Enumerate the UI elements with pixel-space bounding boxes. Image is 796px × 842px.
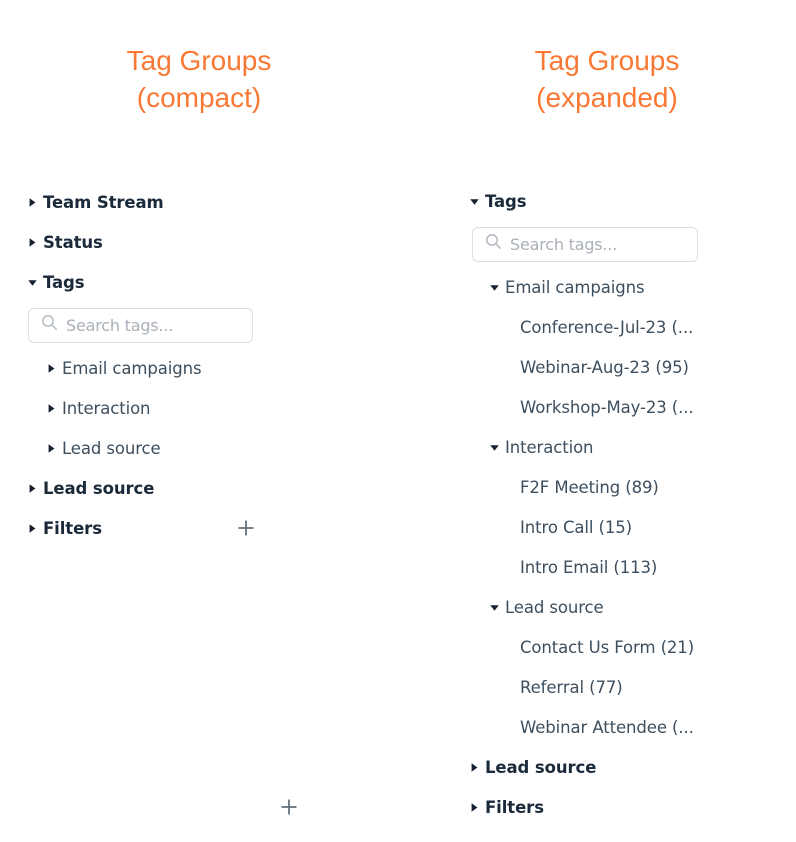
tag-group-tree-expanded: Tags Search tags... Email campaigns Confere… <box>281 181 796 827</box>
tree-row-referral-77[interactable]: Referral (77) <box>0 667 796 707</box>
tag-search-row: Search tags... <box>398 221 796 267</box>
tree-row-webinar-attendee[interactable]: Webinar Attendee (... <box>0 707 796 747</box>
tree-row-label: Email campaigns <box>505 277 645 297</box>
tree-row-tags[interactable]: Tags <box>0 181 796 221</box>
tree-row-workshop-may-23[interactable]: Workshop-May-23 (... <box>0 387 796 427</box>
tree-row-label: Conference-Jul-23 (... <box>520 317 694 337</box>
tree-row-label: Interaction <box>505 437 594 457</box>
tree-row-f2f-meeting-89[interactable]: F2F Meeting (89) <box>0 467 796 507</box>
tree-row-email-campaigns[interactable]: Email campaigns <box>0 267 796 307</box>
caret-down-icon[interactable] <box>488 281 501 294</box>
tree-row-label: Workshop-May-23 (... <box>520 397 694 417</box>
tree-row-label: F2F Meeting (89) <box>520 477 659 497</box>
search-input-placeholder: Search tags... <box>510 234 618 254</box>
tree-row-intro-call-15[interactable]: Intro Call (15) <box>0 507 796 547</box>
tree-row-label: Contact Us Form (21) <box>520 637 695 657</box>
tree-row-label: Webinar-Aug-23 (95) <box>520 357 689 377</box>
tree-row-label: Intro Email (113) <box>520 557 658 577</box>
tree-row-lead-source[interactable]: Lead source <box>0 587 796 627</box>
tree-row-label: Webinar Attendee (... <box>520 717 694 737</box>
tree-row-lead-source[interactable]: Lead source <box>0 747 796 787</box>
tree-row-status[interactable]: Status <box>0 222 398 262</box>
add-filter-button[interactable] <box>278 796 300 818</box>
tree-row-conference-jul-23[interactable]: Conference-Jul-23 (... <box>0 307 796 347</box>
tree-row-label: Lead source <box>505 597 604 617</box>
tree-row-filters[interactable]: Filters <box>0 787 796 827</box>
search-icon <box>485 233 502 255</box>
caret-right-icon[interactable] <box>468 761 481 774</box>
tag-groups-comparison: Tag Groups (compact) Team Stream Status Ta… <box>0 0 796 842</box>
caret-down-icon[interactable] <box>468 195 481 208</box>
panel-expanded: Tag Groups (expanded) Tags Search tags...… <box>281 0 796 842</box>
tree-row-label: Intro Call (15) <box>520 517 632 537</box>
tree-row-label: Tags <box>485 191 527 211</box>
caret-down-icon[interactable] <box>488 601 501 614</box>
tree-row-contact-us-form-21[interactable]: Contact Us Form (21) <box>0 627 796 667</box>
tree-row-interaction[interactable]: Interaction <box>0 427 796 467</box>
tree-row-label: Lead source <box>485 757 597 777</box>
search-input[interactable]: Search tags... <box>472 226 698 262</box>
caret-right-icon[interactable] <box>26 236 39 249</box>
tree-row-intro-email-113[interactable]: Intro Email (113) <box>0 547 796 587</box>
caret-down-icon[interactable] <box>488 441 501 454</box>
tree-row-label: Filters <box>485 797 544 817</box>
tree-row-label: Status <box>43 232 103 252</box>
page-title-expanded: Tag Groups (expanded) <box>534 45 680 113</box>
tree-row-label: Referral (77) <box>520 677 623 697</box>
caret-right-icon[interactable] <box>468 801 481 814</box>
page-title-compact: Tag Groups (compact) <box>126 45 272 113</box>
tree-row-webinar-aug-23-95[interactable]: Webinar-Aug-23 (95) <box>0 347 796 387</box>
